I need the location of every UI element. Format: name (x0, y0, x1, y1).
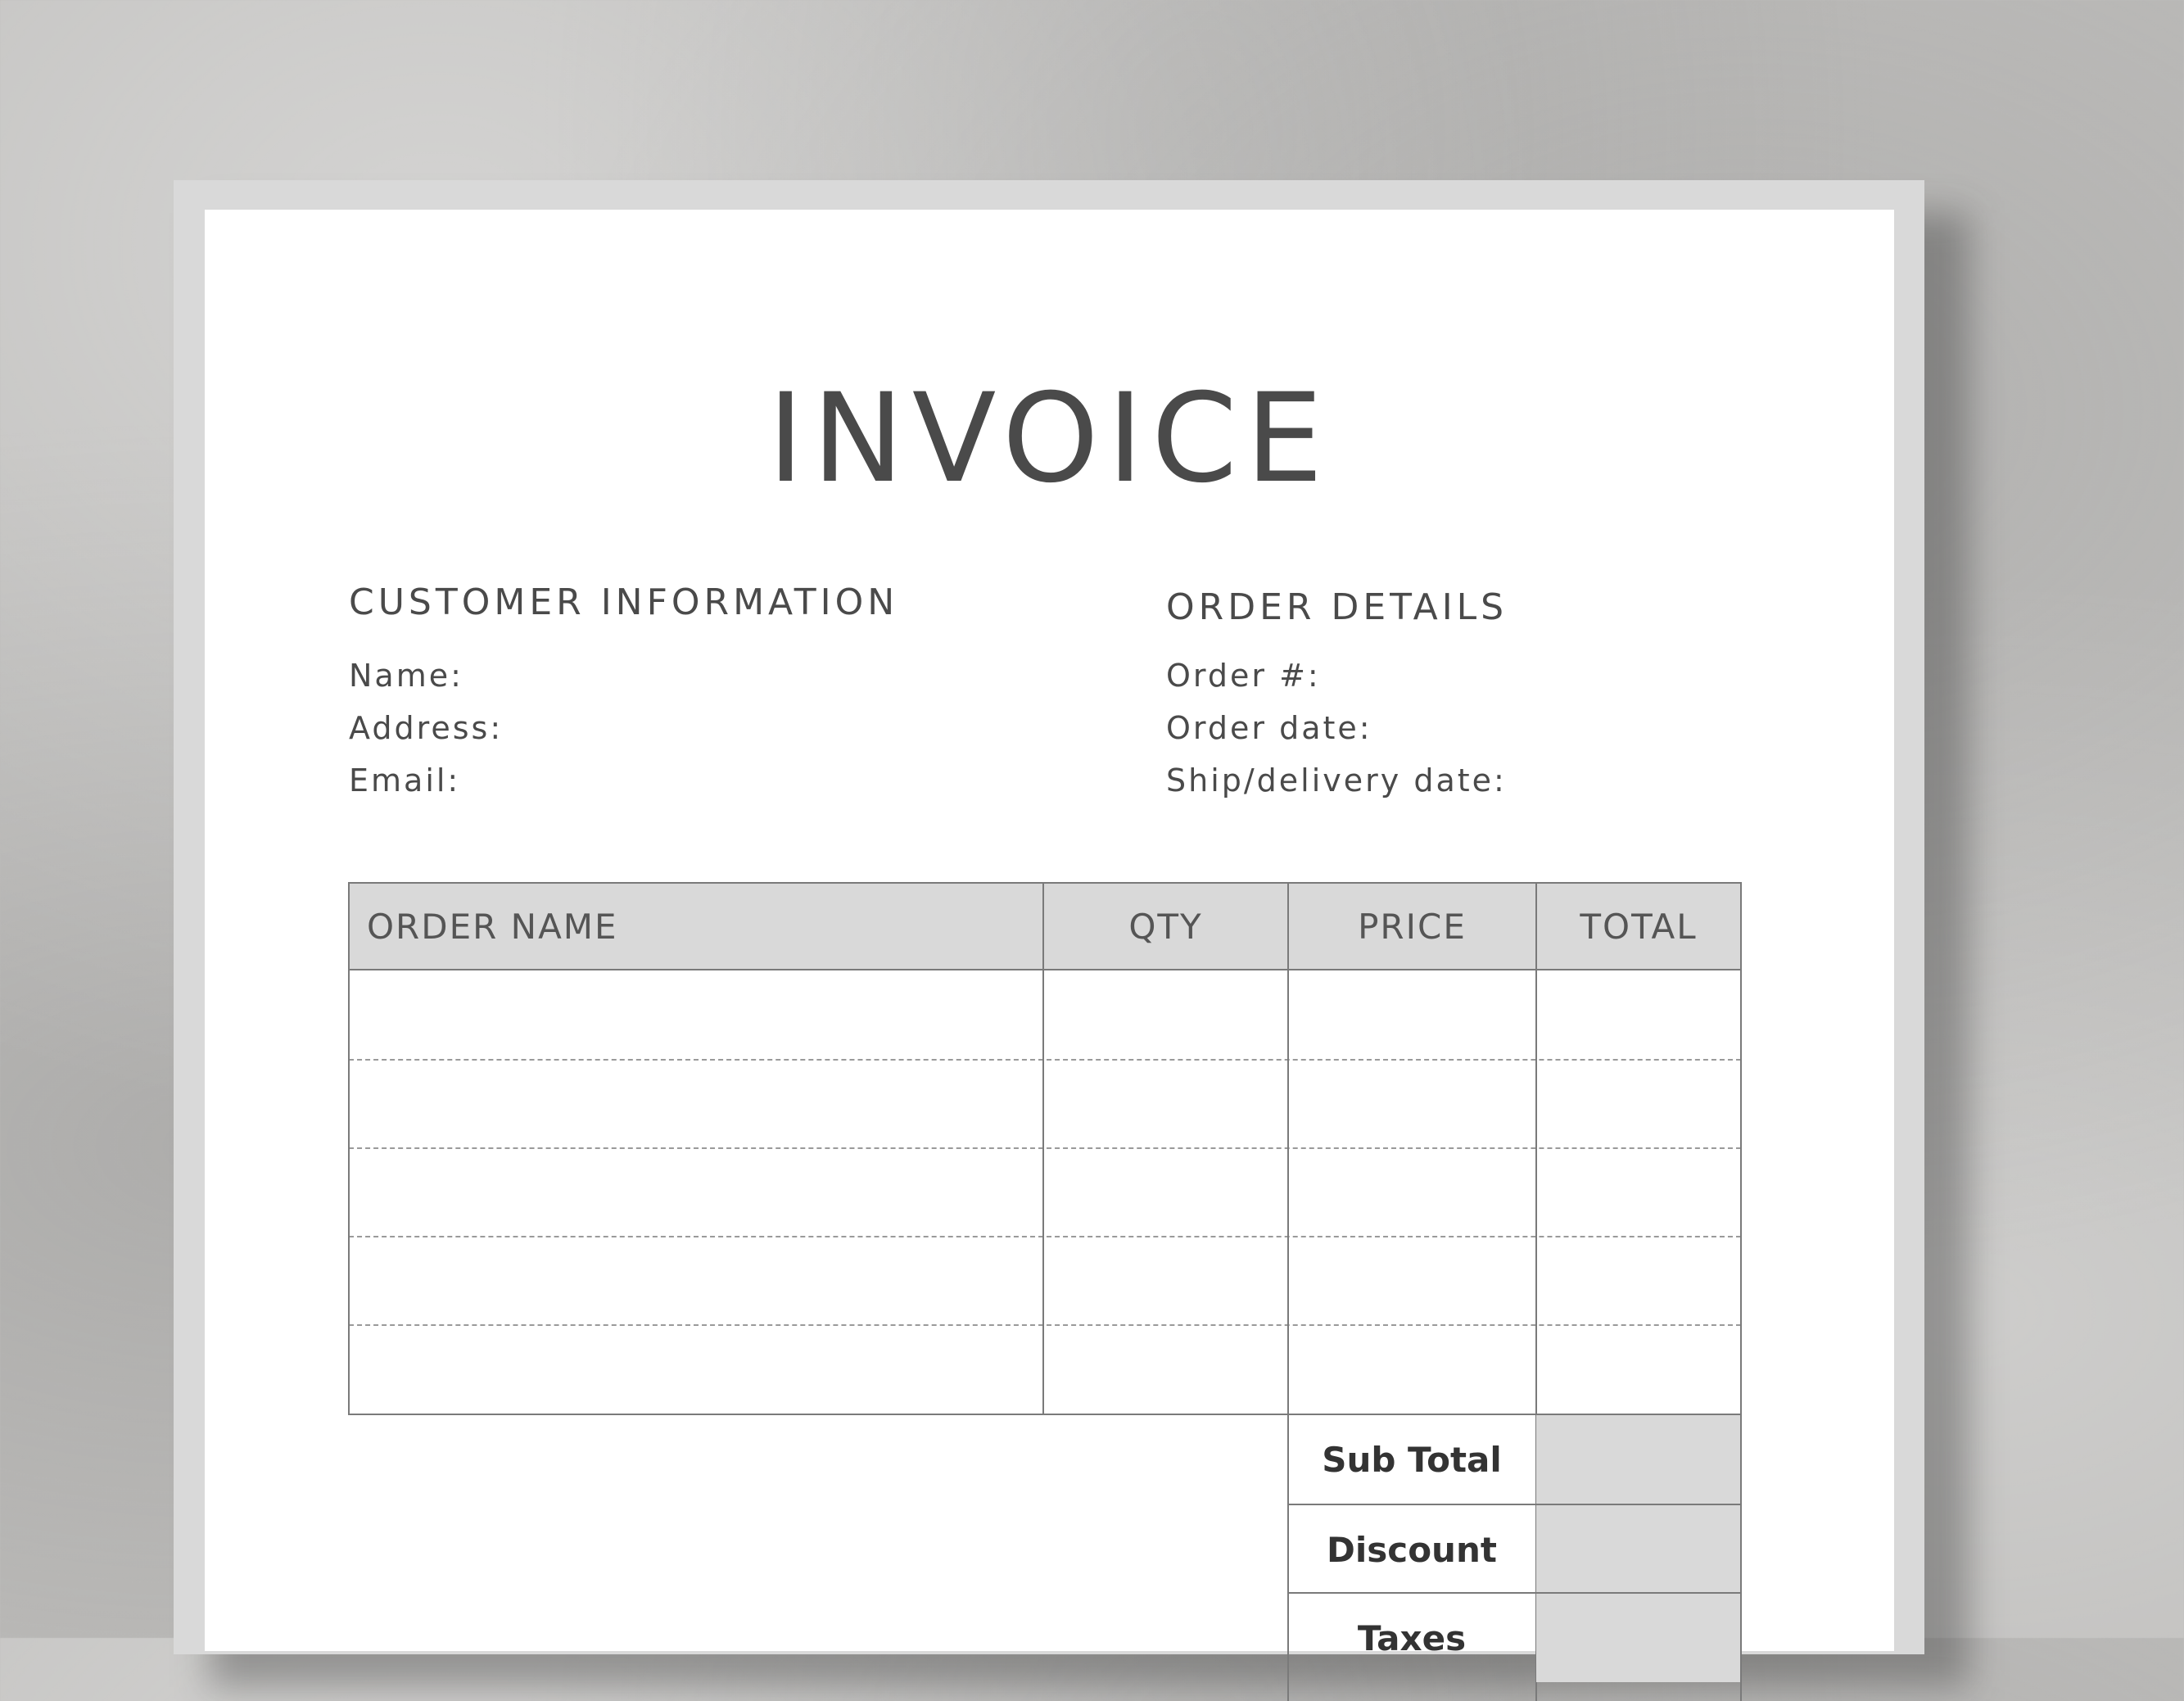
table-top-border (348, 882, 1742, 884)
customer-address-label: Address: (349, 710, 504, 746)
order-details-heading: ORDER DETAILS (1166, 586, 1508, 628)
customer-info-heading: CUSTOMER INFORMATION (349, 581, 899, 623)
table-row-divider (349, 1236, 1741, 1237)
price-header: PRICE (1288, 883, 1536, 970)
sub-total-value (1536, 1415, 1740, 1504)
table-right-border (1740, 882, 1742, 1701)
order-name-header: ORDER NAME (349, 883, 1043, 970)
table-header-border (348, 969, 1742, 970)
invoice-title: INVOICE (767, 368, 1332, 510)
order-date-label: Order date: (1166, 710, 1372, 746)
table-left-border (348, 882, 350, 1415)
total-header: TOTAL (1536, 883, 1741, 970)
ship-delivery-date-label: Ship/delivery date: (1166, 762, 1507, 798)
order-name-column-border (1042, 882, 1044, 1415)
sub-total-label: Sub Total (1322, 1439, 1502, 1480)
table-row-divider (349, 1324, 1741, 1326)
table-row-divider (349, 1059, 1741, 1061)
invoice-page: INVOICE CUSTOMER INFORMATION Name: Addre… (205, 210, 1894, 1701)
customer-name-label: Name: (349, 658, 463, 694)
taxes-value (1536, 1594, 1740, 1682)
discount-label: Discount (1327, 1529, 1497, 1570)
taxes-label: Taxes (1357, 1617, 1467, 1658)
order-number-label: Order #: (1166, 658, 1321, 694)
qty-header: QTY (1043, 883, 1288, 970)
discount-value (1536, 1505, 1740, 1594)
table-row-divider (349, 1147, 1741, 1149)
customer-email-label: Email: (349, 762, 461, 798)
